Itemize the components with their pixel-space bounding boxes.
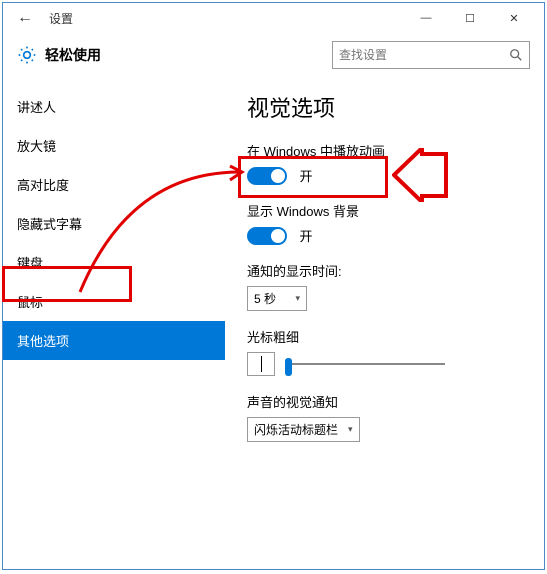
notification-time-label: 通知的显示时间:	[247, 261, 526, 280]
cursor-label: 光标粗细	[247, 327, 526, 346]
chevron-down-icon: ▾	[295, 293, 300, 304]
sidebar-item-other-options[interactable]: 其他选项	[3, 321, 225, 360]
search-input[interactable]	[339, 48, 509, 62]
slider-thumb[interactable]	[285, 358, 292, 376]
background-state: 开	[299, 226, 312, 245]
chevron-down-icon: ▾	[348, 424, 353, 435]
sidebar-item-keyboard[interactable]: 键盘	[3, 243, 225, 282]
window-controls: — ☐ ✕	[404, 4, 536, 32]
header: 轻松使用	[3, 33, 544, 77]
background-label: 显示 Windows 背景	[247, 201, 526, 220]
search-box[interactable]	[332, 41, 530, 69]
animations-label: 在 Windows 中播放动画	[247, 141, 526, 160]
sidebar: 讲述人 放大镜 高对比度 隐藏式字幕 键盘 鼠标 其他选项	[3, 77, 225, 569]
background-toggle[interactable]	[247, 227, 287, 245]
cursor-preview	[247, 352, 275, 376]
sidebar-item-narrator[interactable]: 讲述人	[3, 87, 225, 126]
notification-time-dropdown[interactable]: 5 秒 ▾	[247, 286, 307, 311]
window-title: 设置	[49, 10, 73, 27]
setting-animations: 在 Windows 中播放动画 开	[247, 141, 526, 185]
content-pane: 视觉选项 在 Windows 中播放动画 开 显示 Windows 背景 开 通…	[225, 77, 544, 569]
body: 讲述人 放大镜 高对比度 隐藏式字幕 键盘 鼠标 其他选项 视觉选项 在 Win…	[3, 77, 544, 569]
search-icon	[509, 48, 523, 62]
page-title: 视觉选项	[247, 91, 526, 123]
close-button[interactable]: ✕	[492, 4, 536, 32]
sound-visual-dropdown[interactable]: 闪烁活动标题栏 ▾	[247, 417, 360, 442]
back-button[interactable]: ←	[11, 5, 39, 31]
gear-icon	[17, 45, 37, 65]
sidebar-item-magnifier[interactable]: 放大镜	[3, 126, 225, 165]
setting-cursor-width: 光标粗细	[247, 327, 526, 376]
minimize-button[interactable]: —	[404, 4, 448, 32]
setting-notification-time: 通知的显示时间: 5 秒 ▾	[247, 261, 526, 311]
sidebar-item-high-contrast[interactable]: 高对比度	[3, 165, 225, 204]
animations-state: 开	[299, 166, 312, 185]
notification-time-value: 5 秒	[254, 290, 276, 307]
cursor-slider[interactable]	[285, 363, 445, 365]
sidebar-item-mouse[interactable]: 鼠标	[3, 282, 225, 321]
header-title: 轻松使用	[45, 45, 101, 65]
settings-window: ← 设置 — ☐ ✕ 轻松使用 讲述人 放大镜 高对比度 隐藏式字幕 键盘 鼠标…	[2, 2, 545, 570]
sound-visual-value: 闪烁活动标题栏	[254, 421, 338, 438]
animations-toggle[interactable]	[247, 167, 287, 185]
title-bar: ← 设置 — ☐ ✕	[3, 3, 544, 33]
setting-sound-visual: 声音的视觉通知 闪烁活动标题栏 ▾	[247, 392, 526, 442]
maximize-button[interactable]: ☐	[448, 4, 492, 32]
setting-background: 显示 Windows 背景 开	[247, 201, 526, 245]
sidebar-item-closed-caption[interactable]: 隐藏式字幕	[3, 204, 225, 243]
sound-visual-label: 声音的视觉通知	[247, 392, 526, 411]
